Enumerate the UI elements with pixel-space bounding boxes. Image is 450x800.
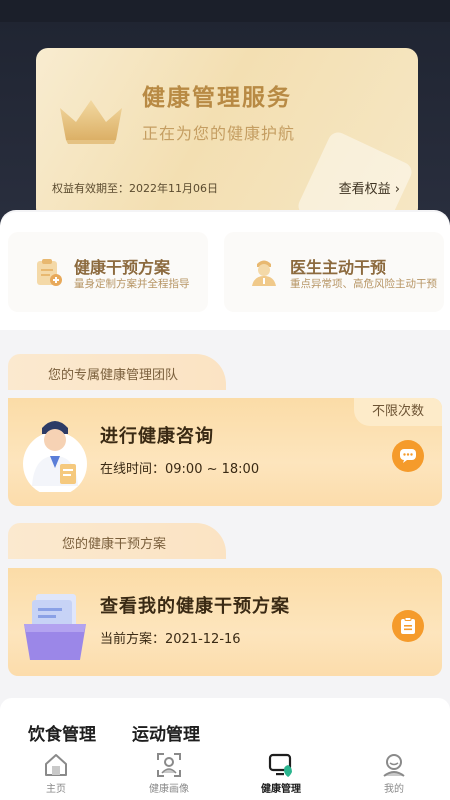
status-bar — [0, 0, 450, 22]
plan-title: 查看我的健康干预方案 — [100, 596, 290, 617]
portrait-scan-icon — [157, 753, 181, 777]
team-section-tab: 您的专属健康管理团队 — [8, 354, 226, 390]
bottom-tab-bar: 主页 健康画像 健康管理 我的 — [0, 748, 450, 800]
chat-bubble-icon — [400, 449, 416, 463]
plan-section-tab: 您的健康干预方案 — [8, 523, 226, 559]
section-label: 您的专属健康管理团队 — [48, 368, 179, 383]
current-plan-date: 当前方案：2021-12-16 — [100, 632, 241, 647]
view-plan-card[interactable]: 查看我的健康干预方案 当前方案：2021-12-16 — [8, 568, 442, 676]
tab-label: 健康管理 — [261, 784, 301, 795]
clipboard-plus-icon — [37, 259, 62, 286]
feature-title: 医生主动干预 — [290, 258, 387, 277]
feature-doctor-intervention[interactable]: 医生主动干预 重点异常项、高危风险主动干预 — [224, 232, 444, 312]
category-diet[interactable]: 饮食管理 — [28, 720, 96, 745]
home-icon — [45, 754, 67, 776]
chat-button[interactable] — [392, 440, 424, 472]
user-icon — [383, 754, 405, 777]
tab-home[interactable]: 主页 — [6, 752, 106, 798]
tab-health-manage[interactable]: 健康管理 — [231, 752, 331, 798]
unlimited-badge: 不限次数 — [354, 398, 442, 426]
feature-title: 健康干预方案 — [74, 258, 171, 277]
service-title: 健康管理服务 — [142, 85, 292, 111]
online-hours: 在线时间：09:00 ~ 18:00 — [100, 462, 260, 477]
section-label: 您的健康干预方案 — [62, 537, 167, 552]
feature-health-plan[interactable]: 健康干预方案 量身定制方案并全程指导 — [8, 232, 208, 312]
service-subtitle: 正在为您的健康护航 — [142, 124, 296, 143]
clipboard-icon — [401, 617, 415, 634]
open-plan-button[interactable] — [392, 610, 424, 642]
category-exercise[interactable]: 运动管理 — [132, 720, 200, 745]
health-manage-icon — [268, 753, 292, 777]
card-decoration — [295, 129, 415, 220]
feature-desc: 量身定制方案并全程指导 — [74, 278, 190, 290]
view-benefits-link[interactable]: 查看权益 › — [339, 178, 400, 197]
doctor-icon — [252, 260, 276, 286]
tab-health-portrait[interactable]: 健康画像 — [119, 752, 219, 798]
tab-mine[interactable]: 我的 — [344, 752, 444, 798]
feature-desc: 重点异常项、高危风险主动干预 — [290, 278, 437, 290]
crown-icon — [60, 100, 122, 144]
doctor-avatar-icon — [23, 421, 87, 492]
health-consult-card[interactable]: 不限次数 进行健康咨询 在线时间：09:00 ~ 18:00 — [8, 398, 442, 506]
expire-date: 权益有效期至：2022年11月06日 — [52, 182, 218, 195]
document-folder-icon — [24, 594, 86, 660]
tab-label: 主页 — [46, 784, 66, 795]
consult-title: 进行健康咨询 — [100, 426, 214, 447]
tab-label: 我的 — [384, 784, 404, 795]
membership-card[interactable]: 健康管理服务 正在为您的健康护航 权益有效期至：2022年11月06日 查看权益… — [36, 48, 418, 220]
tab-label: 健康画像 — [149, 784, 189, 795]
